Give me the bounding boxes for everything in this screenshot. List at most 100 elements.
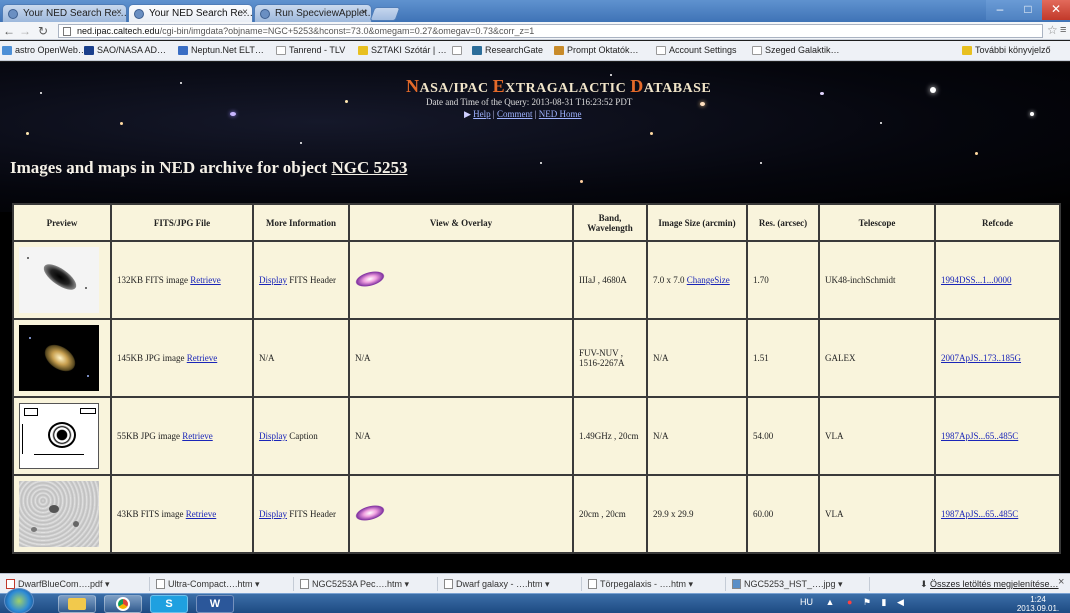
show-all-downloads-link[interactable]: Összes letöltés megjelenítése… — [930, 577, 1059, 591]
display-link[interactable]: Display — [259, 431, 287, 441]
retrieve-link[interactable]: Retrieve — [187, 353, 218, 363]
overlay-cell — [348, 240, 574, 320]
display-link[interactable]: Display — [259, 275, 287, 285]
html-file-icon — [300, 579, 309, 589]
arrow-icon: ▶ — [464, 109, 474, 119]
page-icon — [656, 46, 666, 55]
object-name-link[interactable]: NGC 5253 — [331, 158, 407, 177]
telescope-cell: VLA — [818, 474, 936, 554]
overlay-galaxy-icon[interactable] — [353, 502, 387, 524]
other-bookmarks[interactable]: További könyvjelző — [962, 45, 1051, 55]
preview-cell — [12, 240, 112, 320]
tab-label: Run SpecviewApplet… — [275, 8, 372, 19]
preview-cell — [12, 396, 112, 476]
page-content: NASA/IPAC EXTRAGALACTIC DATABASE Date an… — [0, 62, 1070, 573]
url-host: ned.ipac.caltech.edu — [77, 26, 160, 36]
help-link[interactable]: Help — [473, 109, 491, 119]
download-item[interactable]: Törpegalaxis - ….htm ▾ — [586, 577, 726, 591]
bookmark-item[interactable]: Neptun.Net ELT… — [178, 45, 264, 55]
network-icon[interactable]: ▲ — [826, 597, 835, 607]
forward-arrow-icon[interactable]: → — [18, 23, 32, 39]
refcode-link[interactable]: 1994DSS...1...0000 — [941, 275, 1012, 285]
download-item[interactable]: NGC5253_HST_….jpg ▾ — [730, 577, 870, 591]
preview-thumbnail[interactable] — [19, 325, 99, 391]
bookmark-star-icon[interactable]: ☆ — [1047, 23, 1058, 37]
close-tab-icon[interactable]: × — [361, 7, 367, 18]
bookmark-item[interactable]: Tanrend - TLV — [276, 45, 345, 55]
volume-icon[interactable]: ◀ — [897, 597, 904, 607]
explorer-taskbar-button[interactable] — [58, 595, 96, 613]
close-icon[interactable]: × — [1058, 576, 1064, 588]
chrome-taskbar-button[interactable] — [104, 595, 142, 613]
tab-specview[interactable]: Run SpecviewApplet… × — [254, 4, 372, 22]
chrome-icon — [116, 597, 130, 611]
bookmark-item[interactable]: Account Settings — [656, 45, 737, 55]
col-header-band: Band, Wavelength — [572, 203, 648, 242]
bookmark-item[interactable]: SZTAKI Szótár | … — [358, 45, 447, 55]
reload-icon[interactable]: ↻ — [36, 23, 50, 39]
col-header-overlay: View & Overlay — [348, 203, 574, 242]
address-bar[interactable]: ned.ipac.caltech.edu/cgi-bin/imgdata?obj… — [58, 24, 1043, 38]
tab-label: Your NED Search Re… — [23, 8, 127, 19]
download-item[interactable]: Dwarf galaxy - ….htm ▾ — [442, 577, 582, 591]
browser-toolbar: ← → ↻ ned.ipac.caltech.edu/cgi-bin/imgda… — [0, 22, 1070, 40]
col-header-telescope: Telescope — [818, 203, 936, 242]
change-size-link[interactable]: ChangeSize — [687, 275, 730, 285]
tab-ned-search-2[interactable]: Your NED Search Re… × — [128, 4, 253, 22]
preview-cell — [12, 318, 112, 398]
bookmark-item[interactable]: Prompt Oktatók… — [554, 45, 639, 55]
preview-thumbnail[interactable] — [19, 403, 99, 469]
retrieve-link[interactable]: Retrieve — [182, 431, 213, 441]
opera-icon[interactable]: ● — [847, 597, 852, 607]
table-header-row: Preview FITS/JPG File More Information V… — [12, 203, 1061, 242]
download-item[interactable]: Ultra-Compact….htm ▾ — [154, 577, 294, 591]
language-indicator[interactable]: HU — [800, 597, 813, 607]
new-tab-button[interactable] — [369, 7, 401, 21]
display-link[interactable]: Display — [259, 509, 287, 519]
bookmarks-bar: astro OpenWeb… SAO/NASA AD… Neptun.Net E… — [0, 41, 1070, 61]
band-cell: FUV-NUV , 1516-2267A — [572, 318, 648, 398]
close-tab-icon[interactable]: × — [116, 7, 122, 18]
html-file-icon — [588, 579, 597, 589]
refcode-link[interactable]: 1987ApJS...65..485C — [941, 431, 1018, 441]
menu-icon[interactable]: ≡ — [1060, 24, 1066, 36]
bookmark-item[interactable]: Szeged Galaktik… — [752, 45, 840, 55]
tab-label: Your NED Search Re… — [149, 8, 253, 19]
preview-thumbnail[interactable] — [19, 481, 99, 547]
clock[interactable]: 1:24 2013.09.01. — [1010, 595, 1066, 613]
images-table-wrap: Preview FITS/JPG File More Information V… — [12, 203, 1061, 573]
tab-strip: Your NED Search Re… × Your NED Search Re… — [0, 0, 1070, 22]
close-tab-icon[interactable]: × — [242, 7, 248, 18]
flag-icon[interactable]: ⚑ — [863, 597, 871, 607]
retrieve-link[interactable]: Retrieve — [190, 275, 221, 285]
info-cell: N/A — [252, 318, 350, 398]
bookmark-item[interactable]: SAO/NASA AD… — [84, 45, 166, 55]
ned-logo-title: NASA/IPAC EXTRAGALACTIC DATABASE — [406, 76, 712, 96]
skype-taskbar-button[interactable]: S — [150, 595, 188, 613]
preview-thumbnail[interactable] — [19, 247, 99, 313]
bookmark-item[interactable]: astro OpenWeb… — [2, 45, 87, 55]
start-button[interactable] — [4, 588, 34, 613]
html-file-icon — [444, 579, 453, 589]
download-item[interactable]: NGC5253A Pec….htm ▾ — [298, 577, 438, 591]
refcode-link[interactable]: 1987ApJS...65..485C — [941, 509, 1018, 519]
size-cell: 7.0 x 7.0 ChangeSize — [646, 240, 748, 320]
overlay-galaxy-icon[interactable] — [353, 268, 387, 290]
signal-icon[interactable]: ▮ — [882, 597, 887, 607]
close-window-button[interactable]: ✕ — [1042, 0, 1070, 20]
maximize-button[interactable]: □ — [1014, 0, 1042, 20]
telescope-cell: GALEX — [818, 318, 936, 398]
retrieve-link[interactable]: Retrieve — [186, 509, 217, 519]
tab-ned-search-1[interactable]: Your NED Search Re… × — [2, 4, 127, 22]
ned-home-link[interactable]: NED Home — [539, 109, 582, 119]
comment-link[interactable]: Comment — [497, 109, 533, 119]
file-cell: 145KB JPG image Retrieve — [110, 318, 254, 398]
word-taskbar-button[interactable]: W — [196, 595, 234, 613]
bookmark-item[interactable]: ResearchGate — [472, 45, 543, 55]
col-header-file: FITS/JPG File — [110, 203, 254, 242]
refcode-link[interactable]: 2007ApJS..173..185G — [941, 353, 1021, 363]
size-cell: N/A — [646, 318, 748, 398]
back-arrow-icon[interactable]: ← — [2, 23, 16, 39]
col-header-size: Image Size (arcmin) — [646, 203, 748, 242]
minimize-button[interactable]: – — [986, 0, 1014, 20]
